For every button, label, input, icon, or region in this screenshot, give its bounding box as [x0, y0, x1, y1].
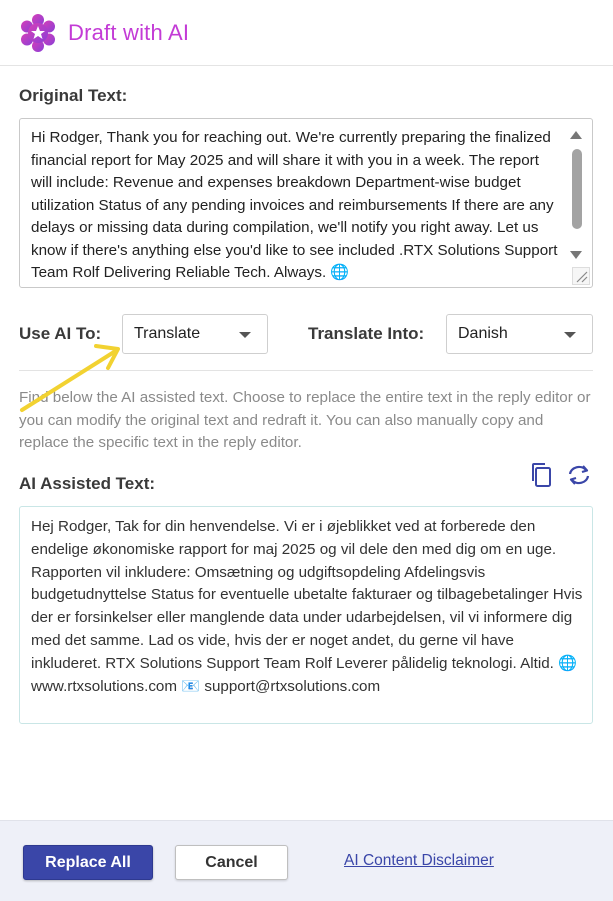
- flower-logo-icon: [18, 13, 58, 53]
- ai-assisted-text-label: AI Assisted Text:: [19, 474, 156, 493]
- original-text-area[interactable]: Hi Rodger, Thank you for reaching out. W…: [19, 118, 593, 288]
- use-ai-select[interactable]: Translate: [122, 314, 268, 354]
- translate-into-label: Translate Into:: [308, 324, 425, 343]
- ai-content-disclaimer-link[interactable]: AI Content Disclaimer: [344, 852, 494, 870]
- chevron-down-icon: [239, 332, 251, 338]
- ai-assisted-text-area[interactable]: Hej Rodger, Tak for din henvendelse. Vi …: [19, 506, 593, 724]
- ai-assisted-text-content[interactable]: Hej Rodger, Tak for din henvendelse. Vi …: [31, 516, 583, 698]
- divider: [19, 370, 593, 371]
- original-text-content[interactable]: Hi Rodger, Thank you for reaching out. W…: [31, 127, 563, 285]
- header: Draft with AI: [0, 0, 613, 66]
- copy-icon[interactable]: [528, 462, 554, 488]
- translate-into-selected-value: Danish: [458, 325, 508, 342]
- app-title: Draft with AI: [68, 19, 190, 45]
- use-ai-label: Use AI To:: [19, 324, 102, 343]
- refresh-icon[interactable]: [566, 462, 592, 488]
- scrollbar[interactable]: [564, 119, 592, 287]
- chevron-down-icon: [564, 332, 576, 338]
- resize-handle-icon[interactable]: [572, 267, 590, 285]
- original-text-label: Original Text:: [19, 86, 128, 105]
- scroll-thumb[interactable]: [572, 149, 582, 229]
- use-ai-selected-value: Translate: [134, 325, 201, 342]
- scroll-down-arrow-icon[interactable]: [570, 251, 582, 259]
- cancel-button[interactable]: Cancel: [175, 845, 288, 880]
- info-text: Find below the AI assisted text. Choose …: [19, 389, 591, 451]
- scroll-up-arrow-icon[interactable]: [570, 131, 582, 139]
- replace-all-button[interactable]: Replace All: [23, 845, 153, 880]
- translate-into-select[interactable]: Danish: [446, 314, 593, 354]
